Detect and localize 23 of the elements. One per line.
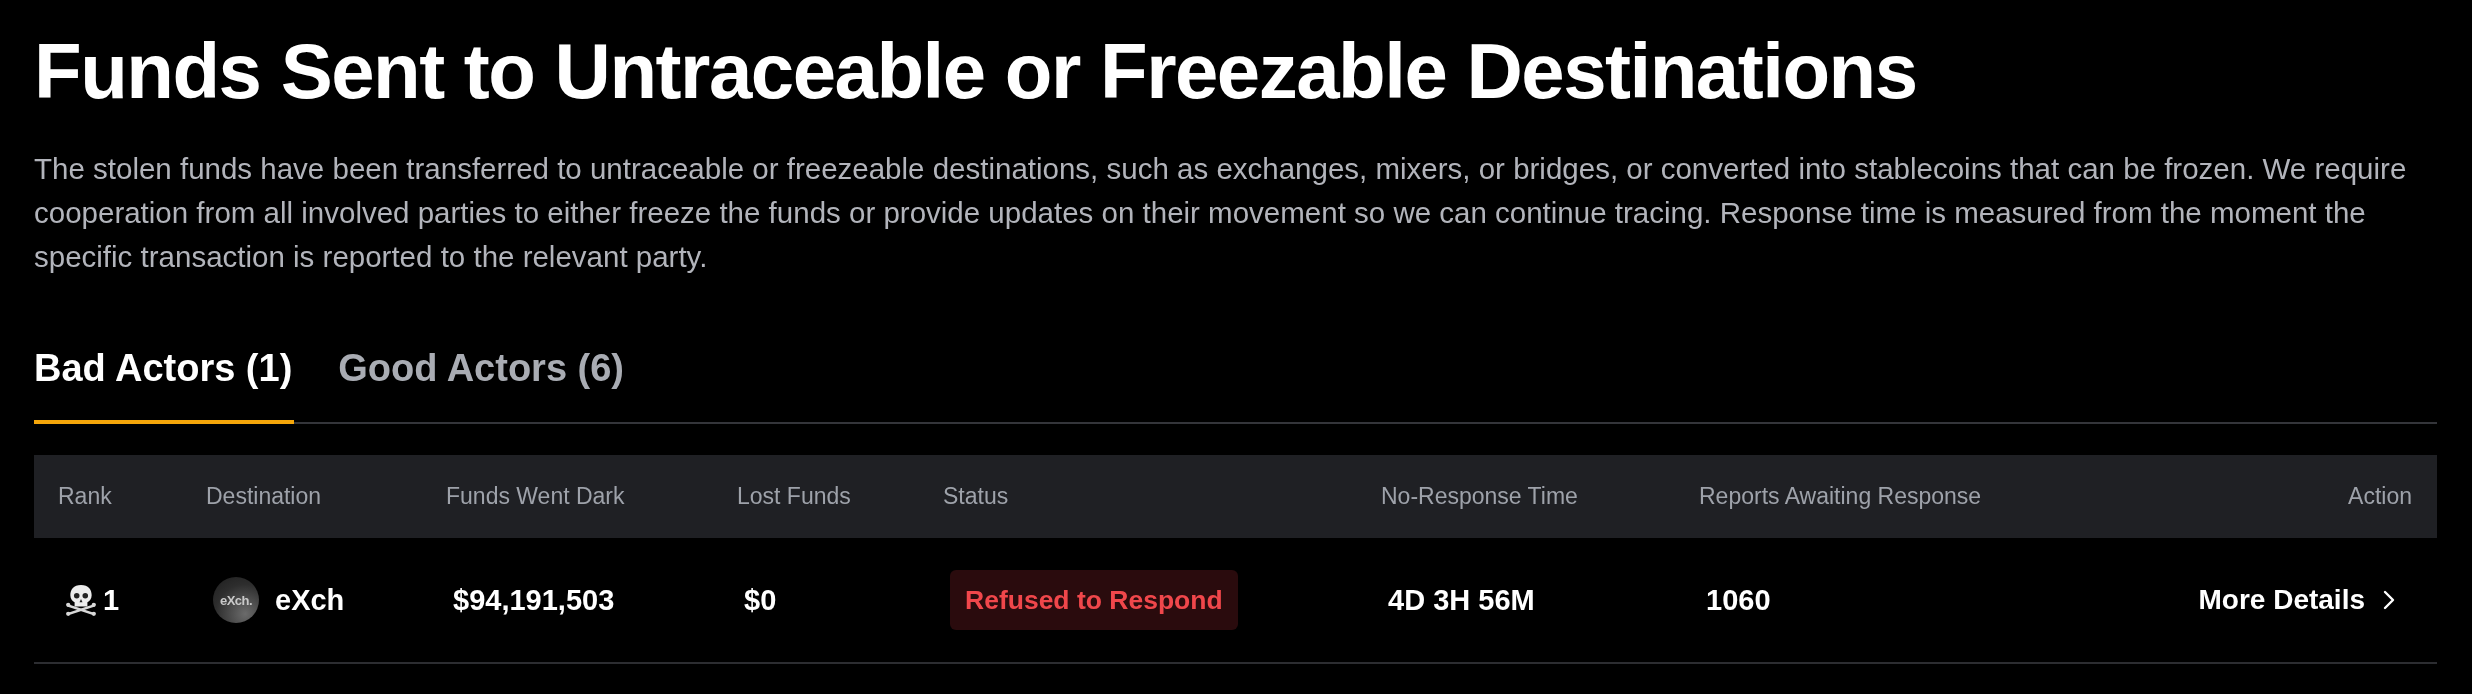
column-header: No-Response Time — [1381, 483, 1578, 510]
chevron-right-icon — [2383, 590, 2395, 610]
skull-icon — [65, 584, 97, 616]
table-cell-text: $94,191,503 — [452, 583, 615, 617]
tab[interactable]: Bad Actors (1) — [34, 346, 295, 424]
column-header: Rank — [58, 483, 112, 510]
tab[interactable]: Good Actors (6) — [338, 346, 627, 424]
table-cell-text: 4D 3H 56M — [1387, 583, 1535, 617]
table-cell-text: 1060 — [1705, 583, 1771, 617]
table-cell-text: $0 — [743, 583, 777, 617]
page-title: Funds Sent to Untraceable or Freezable Destinations — [34, 26, 1918, 116]
destination-logo: eXch. — [213, 577, 259, 623]
description-text: The stolen funds have been transferred to untraceable or freezeable destinations, such as exchanges, mixers, or bridges, or converted into stablecoins that can be frozen. We require cooperation from all involved parties to either freeze the funds or provide updates on their movement so we can continue tracing. Response time is measured from the moment the specific transaction is reported to the relevant party. — [34, 151, 2408, 275]
column-header: Funds Went Dark — [446, 483, 625, 510]
column-header: Destination — [206, 483, 322, 510]
column-header: Action — [2348, 483, 2412, 510]
column-header: Reports Awaiting Response — [1699, 483, 1982, 510]
column-header: Status — [943, 483, 1009, 510]
more-details-link[interactable]: More Details — [2198, 584, 2395, 616]
column-header: Lost Funds — [737, 483, 851, 510]
status-badge: Refused to Respond — [950, 570, 1238, 630]
rank-number: 1 — [103, 583, 120, 617]
destination-name: eXch — [275, 583, 345, 617]
